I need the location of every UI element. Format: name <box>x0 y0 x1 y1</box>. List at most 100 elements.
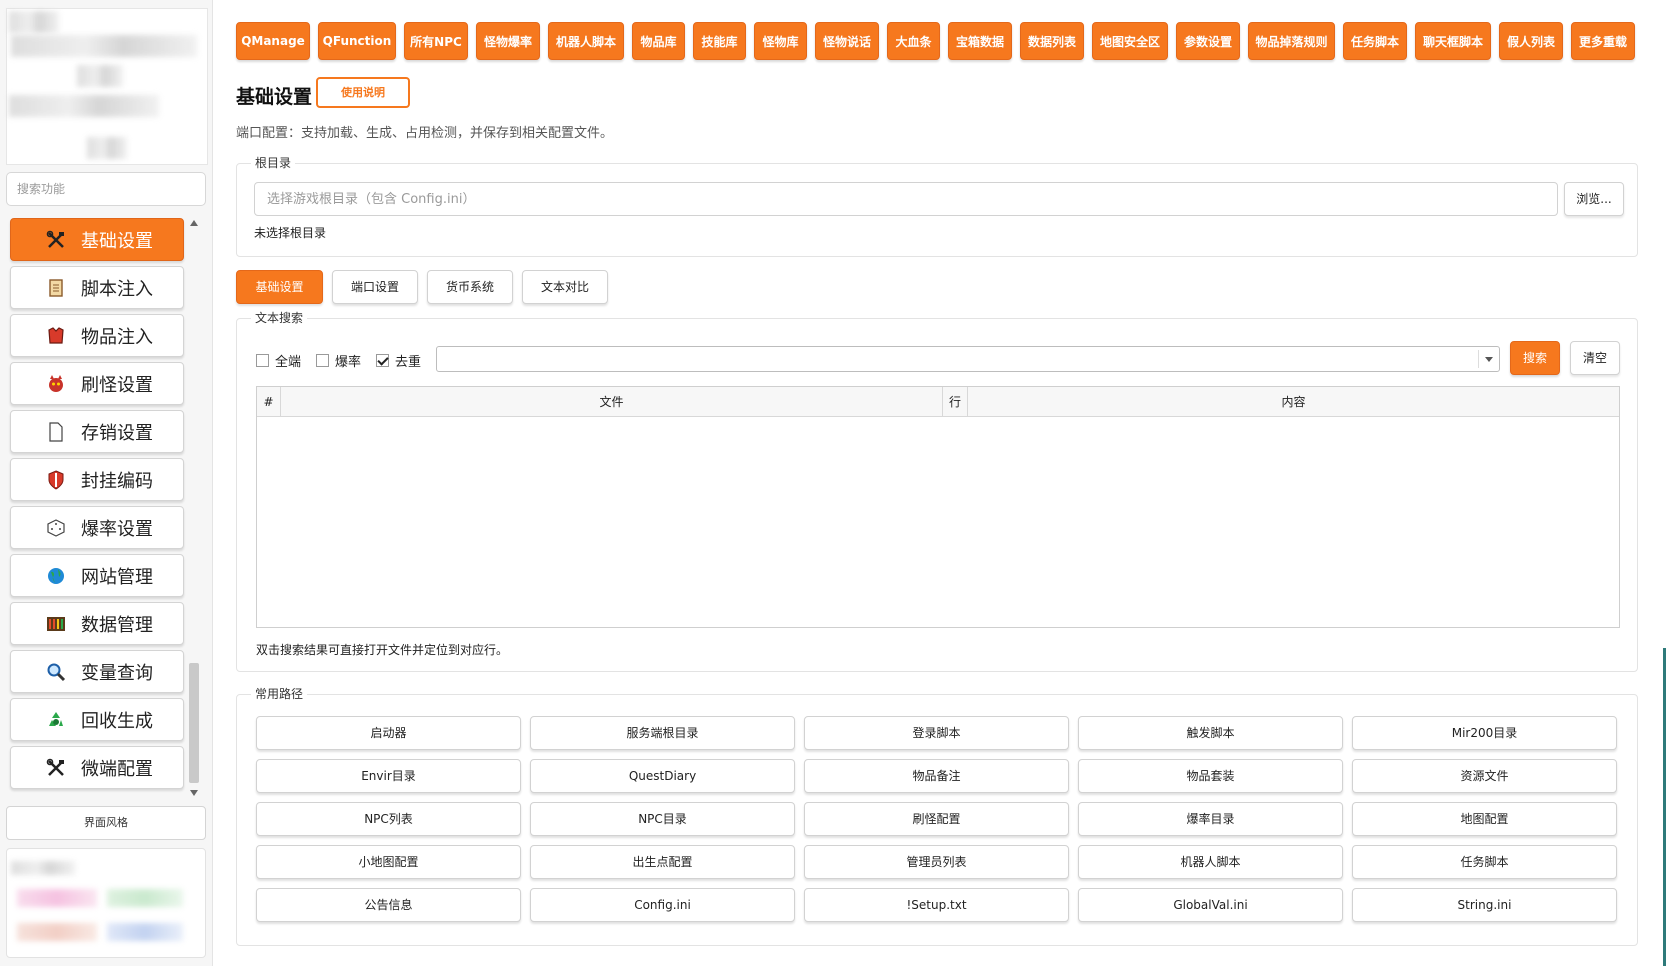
search-button[interactable]: 搜索 <box>1510 341 1560 375</box>
checkbox-label: 全端 <box>275 355 302 370</box>
column-header-file[interactable]: 文件 <box>281 387 943 417</box>
sidebar-item-label: 封挂编码 <box>81 470 153 492</box>
toolbar-button-all-npc[interactable]: 所有NPC <box>404 22 468 60</box>
column-header-line[interactable]: 行 <box>943 387 968 417</box>
path-button-login-script[interactable]: 登录脚本 <box>804 716 1069 750</box>
column-header-content[interactable]: 内容 <box>968 387 1619 417</box>
sidebar-search-input[interactable] <box>6 172 206 206</box>
path-button-item-notes[interactable]: 物品备注 <box>804 759 1069 793</box>
checkbox-box-checked[interactable] <box>376 354 389 367</box>
browse-button[interactable]: 浏览... <box>1564 182 1624 216</box>
toolbar-button-reload-more[interactable]: 更多重载 <box>1571 22 1635 60</box>
toolbar-button-item-db[interactable]: 物品库 <box>632 22 685 60</box>
path-button-globalval-ini[interactable]: GlobalVal.ini <box>1078 888 1343 922</box>
path-button-server-root[interactable]: 服务端根目录 <box>530 716 795 750</box>
sidebar-item-monster-spawn[interactable]: 刷怪设置 <box>10 362 184 405</box>
sidebar-item-variable-query[interactable]: 变量查询 <box>10 650 184 693</box>
path-button-spawn-config[interactable]: 刷怪配置 <box>804 802 1069 836</box>
toolbar-button-monster-talk[interactable]: 怪物说话 <box>815 22 879 60</box>
toolbar-button-chest-data[interactable]: 宝箱数据 <box>948 22 1012 60</box>
toolbar-button-safe-zone[interactable]: 地图安全区 <box>1092 22 1168 60</box>
toolbar-button-hp-bar[interactable]: 大血条 <box>887 22 940 60</box>
sidebar-item-recycle[interactable]: 回收生成 <box>10 698 184 741</box>
shield-icon <box>45 469 67 491</box>
root-dir-input[interactable] <box>254 182 1558 216</box>
toolbar-button-quest-script[interactable]: 任务脚本 <box>1343 22 1407 60</box>
sidebar-item-basic-settings[interactable]: 基础设置 <box>10 218 184 261</box>
tab-basic-settings[interactable]: 基础设置 <box>236 270 323 304</box>
checkbox-box[interactable] <box>256 354 269 367</box>
path-button-resources[interactable]: 资源文件 <box>1352 759 1617 793</box>
toolbar-button-chat-script[interactable]: 聊天框脚本 <box>1415 22 1491 60</box>
account-card-blurred <box>6 848 206 958</box>
root-dir-legend: 根目录 <box>251 154 296 171</box>
toolbar-button-monster-db[interactable]: 怪物库 <box>754 22 807 60</box>
toolbar-button-params[interactable]: 参数设置 <box>1176 22 1240 60</box>
sidebar-item-item-inject[interactable]: 物品注入 <box>10 314 184 357</box>
checkbox-box[interactable] <box>316 354 329 367</box>
root-dir-status: 未选择根目录 <box>254 226 327 240</box>
sidebar-item-microclient[interactable]: 微端配置 <box>10 746 184 789</box>
sidebar-item-data[interactable]: 数据管理 <box>10 602 184 645</box>
path-button-quest-script[interactable]: 任务脚本 <box>1352 845 1617 879</box>
tab-currency-system[interactable]: 货币系统 <box>427 270 513 304</box>
clear-button[interactable]: 清空 <box>1570 341 1620 375</box>
sidebar-item-label: 变量查询 <box>81 662 153 684</box>
toolbar-button-monster-drop[interactable]: 怪物爆率 <box>476 22 540 60</box>
checkbox-all-clients[interactable]: 全端 <box>256 351 301 370</box>
path-button-setup-txt[interactable]: !Setup.txt <box>804 888 1069 922</box>
chevron-down-icon[interactable] <box>1485 357 1493 362</box>
path-button-string-ini[interactable]: String.ini <box>1352 888 1617 922</box>
tab-port-settings[interactable]: 端口设置 <box>332 270 418 304</box>
scroll-up-arrow-icon[interactable] <box>190 220 198 226</box>
tab-text-compare[interactable]: 文本对比 <box>522 270 608 304</box>
sidebar-item-anticheat[interactable]: 封挂编码 <box>10 458 184 501</box>
path-button-announcements[interactable]: 公告信息 <box>256 888 521 922</box>
sidebar-item-drop-rate[interactable]: 爆率设置 <box>10 506 184 549</box>
sidebar-scrollbar[interactable] <box>188 218 200 798</box>
path-button-mir200[interactable]: Mir200目录 <box>1352 716 1617 750</box>
path-button-npc-list[interactable]: NPC列表 <box>256 802 521 836</box>
sidebar-item-label: 脚本注入 <box>81 278 153 300</box>
sidebar-item-website[interactable]: 网站管理 <box>10 554 184 597</box>
search-query-combobox[interactable] <box>436 346 1500 372</box>
scrollbar-thumb[interactable] <box>189 663 199 783</box>
toolbar-button-bot-script[interactable]: 机器人脚本 <box>548 22 624 60</box>
path-button-questdiary[interactable]: QuestDiary <box>530 759 795 793</box>
search-results-table[interactable]: # 文件 行 内容 <box>256 386 1620 628</box>
path-button-launcher[interactable]: 启动器 <box>256 716 521 750</box>
column-header-index[interactable]: # <box>257 387 281 417</box>
toolbar-button-data-list[interactable]: 数据列表 <box>1020 22 1084 60</box>
toolbar-button-skill-db[interactable]: 技能库 <box>693 22 746 60</box>
tools-icon <box>45 229 67 251</box>
sidebar-item-storage[interactable]: 存销设置 <box>10 410 184 453</box>
sidebar-item-label: 网站管理 <box>81 566 153 588</box>
globe-icon <box>45 565 67 587</box>
path-button-map-config[interactable]: 地图配置 <box>1352 802 1617 836</box>
path-button-npc-dir[interactable]: NPC目录 <box>530 802 795 836</box>
path-button-trigger-script[interactable]: 触发脚本 <box>1078 716 1343 750</box>
path-button-spawnpoint-config[interactable]: 出生点配置 <box>530 845 795 879</box>
toolbar-button-qmanage[interactable]: QManage <box>236 22 310 60</box>
help-button[interactable]: 使用说明 <box>316 77 410 108</box>
monster-icon <box>45 373 67 395</box>
text-search-legend: 文本搜索 <box>251 309 308 326</box>
path-button-drop-dir[interactable]: 爆率目录 <box>1078 802 1343 836</box>
toolbar-button-qfunction[interactable]: QFunction <box>318 22 396 60</box>
tools-icon <box>45 757 67 779</box>
path-button-minimap-config[interactable]: 小地图配置 <box>256 845 521 879</box>
theme-style-button[interactable]: 界面风格 <box>6 806 206 840</box>
path-button-config-ini[interactable]: Config.ini <box>530 888 795 922</box>
path-button-admin-list[interactable]: 管理员列表 <box>804 845 1069 879</box>
toolbar-button-drop-rules[interactable]: 物品掉落规则 <box>1248 22 1335 60</box>
sidebar: 基础设置 脚本注入 物品注入 刷怪设置 存销设置 <box>0 0 213 966</box>
path-button-item-sets[interactable]: 物品套装 <box>1078 759 1343 793</box>
checkbox-drop-rate[interactable]: 爆率 <box>316 351 361 370</box>
scroll-down-arrow-icon[interactable] <box>190 790 198 796</box>
path-button-bot-script[interactable]: 机器人脚本 <box>1078 845 1343 879</box>
checkbox-dedupe[interactable]: 去重 <box>376 351 421 370</box>
toolbar-button-fake-players[interactable]: 假人列表 <box>1499 22 1563 60</box>
sidebar-item-script-inject[interactable]: 脚本注入 <box>10 266 184 309</box>
sidebar-item-label: 爆率设置 <box>81 518 153 540</box>
path-button-envir[interactable]: Envir目录 <box>256 759 521 793</box>
